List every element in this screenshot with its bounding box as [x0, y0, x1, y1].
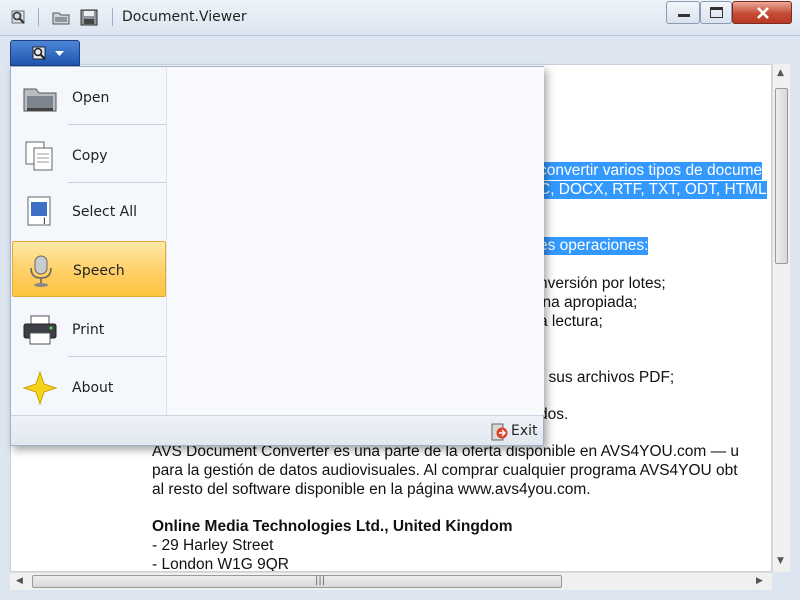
chevron-down-icon — [55, 51, 64, 56]
document-line: al resto del software disponible en la p… — [152, 481, 591, 498]
svg-text:I: I — [43, 217, 46, 227]
exit-label: Exit — [511, 423, 538, 439]
horizontal-scroll-thumb[interactable]: ||| — [32, 575, 562, 588]
recent-documents-pane — [166, 67, 544, 415]
menu-separator — [68, 356, 166, 357]
application-menu-button[interactable] — [10, 40, 80, 66]
document-heading: Online Media Technologies Ltd., United K… — [152, 518, 513, 535]
menu-item-label: Open — [72, 90, 110, 106]
minimize-button[interactable] — [666, 1, 700, 24]
scroll-left-icon[interactable]: ◀ — [16, 576, 23, 586]
open-folder-icon — [23, 88, 57, 112]
maximize-button[interactable] — [700, 1, 732, 24]
menu-item-open[interactable]: Open — [12, 69, 166, 125]
document-line: a lectura; — [539, 313, 603, 330]
exit-button[interactable]: Exit — [489, 421, 539, 442]
menu-item-label: Copy — [72, 148, 108, 164]
close-button[interactable] — [732, 1, 792, 24]
menu-item-label: Select All — [72, 204, 137, 220]
document-line: convertir varios tipos de docume — [539, 162, 763, 180]
save-icon[interactable] — [80, 9, 98, 26]
menu-item-label: Speech — [73, 263, 125, 279]
menu-item-label: Print — [72, 322, 105, 338]
scroll-down-icon[interactable]: ▼ — [777, 556, 784, 566]
document-line: ina apropiada; — [539, 294, 638, 311]
vertical-scrollbar[interactable]: ▲ ▼ — [772, 64, 790, 572]
window-title: Document.Viewer — [122, 9, 247, 25]
scroll-up-icon[interactable]: ▲ — [777, 68, 784, 78]
menu-footer: Exit — [11, 415, 543, 445]
select-all-icon: I — [27, 196, 51, 227]
document-line: para la gestión de datos audiovisuales. … — [152, 462, 738, 479]
document-line: - London W1G 9QR — [152, 556, 289, 572]
title-bar: Document.Viewer — [0, 0, 800, 36]
maximize-icon — [710, 7, 723, 18]
copy-icon — [25, 141, 53, 171]
menu-item-about[interactable]: About — [12, 359, 166, 415]
app-logo-icon — [32, 46, 46, 60]
app-logo-icon[interactable] — [10, 9, 28, 26]
close-icon — [757, 7, 769, 19]
menu-item-select-all[interactable]: I Select All — [12, 183, 166, 239]
menu-separator — [68, 124, 166, 125]
document-line: es operaciones: — [539, 237, 649, 255]
toolbar-separator — [38, 8, 39, 26]
application-menu: Open Copy I Select All Speech Print Abou… — [10, 66, 544, 446]
menu-item-label: About — [72, 380, 114, 396]
menu-item-speech[interactable]: Speech — [12, 241, 166, 297]
menu-item-copy[interactable]: Copy — [12, 127, 166, 183]
horizontal-scrollbar[interactable]: ◀ ||| ▶ — [10, 572, 772, 590]
toolbar-separator — [112, 8, 113, 26]
open-folder-icon[interactable] — [52, 9, 70, 26]
exit-icon — [491, 423, 508, 441]
printer-icon — [23, 315, 57, 345]
star-icon — [22, 371, 58, 405]
document-line: - 29 Harley Street — [152, 537, 274, 554]
grip-icon: ||| — [315, 575, 326, 586]
document-line: C, DOCX, RTF, TXT, ODT, HTML — [539, 181, 767, 199]
menu-item-print[interactable]: Print — [12, 301, 166, 357]
document-line: nversión por lotes; — [539, 275, 666, 292]
document-line: r sus archivos PDF; — [539, 369, 675, 386]
vertical-scroll-thumb[interactable] — [775, 88, 788, 264]
minimize-icon — [678, 14, 690, 17]
microphone-icon — [30, 255, 52, 287]
scroll-right-icon[interactable]: ▶ — [756, 576, 763, 586]
